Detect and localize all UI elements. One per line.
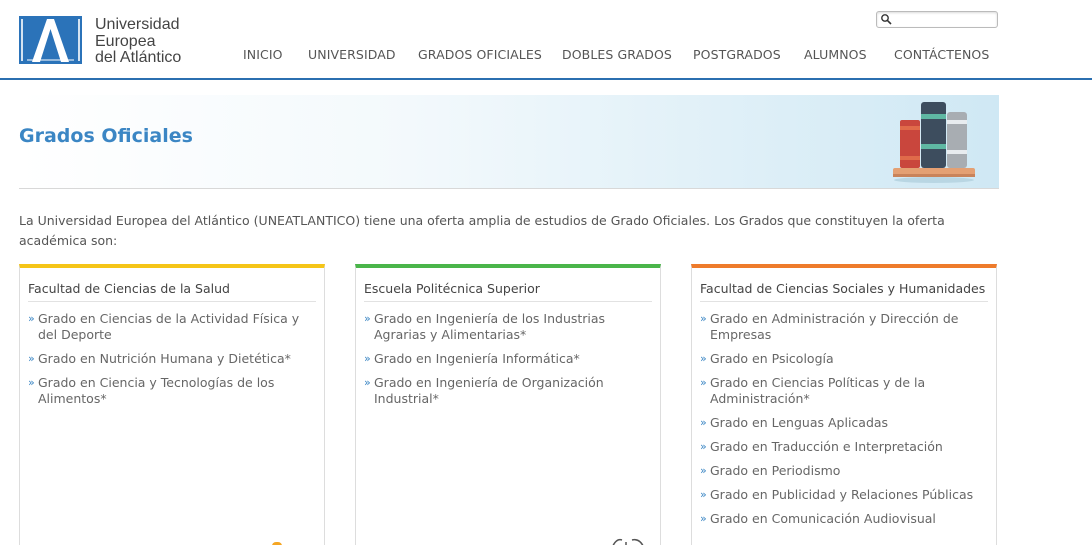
degree-label: Grado en Ciencias de la Actividad Física… — [38, 311, 300, 342]
degree-label: Grado en Ingeniería Informática* — [374, 351, 580, 366]
bullet-icon: » — [364, 312, 371, 325]
degree-link[interactable]: » Grado en Ciencia y Tecnologías de los A… — [28, 375, 318, 407]
degree-label: Grado en Comunicación Audiovisual — [710, 511, 936, 526]
degree-label: Grado en Psicología — [710, 351, 834, 366]
search-input[interactable] — [895, 13, 995, 26]
search-box[interactable] — [876, 11, 998, 28]
bullet-icon: » — [700, 440, 707, 453]
nav-alumnos[interactable]: ALUMNOS — [804, 47, 867, 62]
degree-link[interactable]: » Grado en Ciencias de la Actividad Físic… — [28, 311, 318, 343]
degree-link[interactable]: » Grado en Psicología — [700, 351, 990, 367]
degree-label: Grado en Administración y Dirección de E… — [710, 311, 959, 342]
degree-link[interactable]: » Grado en Publicidad y Relaciones Públic… — [700, 487, 990, 503]
degree-label: Grado en Lenguas Aplicadas — [710, 415, 889, 430]
nav-dobles-grados[interactable]: DOBLES GRADOS — [562, 47, 672, 62]
degree-label: Grado en Ingeniería de Organización Indu… — [374, 375, 604, 406]
degree-link[interactable]: » Grado en Ingeniería Informática* — [364, 351, 654, 367]
nav-postgrados[interactable]: POSTGRADOS — [693, 47, 781, 62]
social-sciences-panel: Facultad de Ciencias Sociales y Humanida… — [691, 264, 997, 545]
books-icon — [893, 102, 975, 183]
bullet-icon: » — [700, 464, 707, 477]
degree-link[interactable]: » Grado en Ingeniería de los Industrias A… — [364, 311, 654, 343]
degree-label: Grado en Ciencia y Tecnologías de los Al… — [38, 375, 275, 406]
bullet-icon: » — [700, 376, 707, 389]
polytechnic-panel: Escuela Politécnica Superior » Grado en I… — [355, 264, 661, 545]
university-name: Universidad Europea del Atlántico — [95, 16, 182, 67]
brand-line-2: Europea — [95, 32, 156, 50]
degree-list: » Grado en Ciencias de la Actividad Físic… — [28, 311, 318, 415]
degree-link[interactable]: » Grado en Nutrición Humana y Dietética* — [28, 351, 318, 367]
degree-link[interactable]: » Grado en Administración y Dirección de … — [700, 311, 990, 343]
logo-mark-icon — [19, 16, 82, 64]
nav-universidad[interactable]: UNIVERSIDAD — [308, 47, 396, 62]
page-banner: Grados Oficiales — [19, 95, 999, 189]
degree-label: Grado en Ciencias Políticas y de la Admi… — [710, 375, 926, 406]
nav-grados-oficiales[interactable]: GRADOS OFICIALES — [418, 47, 542, 62]
bullet-icon: » — [28, 312, 35, 325]
degree-label: Grado en Ingeniería de los Industrias Ag… — [374, 311, 606, 342]
degree-link[interactable]: » Grado en Ciencias Políticas y de la Adm… — [700, 375, 990, 407]
nav-contactenos[interactable]: CONTÁCTENOS — [894, 47, 989, 62]
bullet-icon: » — [364, 376, 371, 389]
nav-inicio[interactable]: INICIO — [243, 47, 283, 62]
site-header: Universidad Europea del Atlántico INICIO… — [0, 0, 1092, 80]
degree-link[interactable]: » Grado en Comunicación Audiovisual — [700, 511, 990, 527]
faculty-title: Facultad de Ciencias Sociales y Humanida… — [700, 281, 988, 302]
bullet-icon: » — [700, 488, 707, 501]
degree-list: » Grado en Ingeniería de los Industrias A… — [364, 311, 654, 415]
degree-label: Grado en Traducción e Interpretación — [710, 439, 943, 454]
search-icon[interactable] — [880, 13, 893, 26]
degree-label: Grado en Nutrición Humana y Dietética* — [38, 351, 291, 366]
university-logo[interactable]: Universidad Europea del Atlántico — [19, 16, 189, 66]
degree-link[interactable]: » Grado en Periodismo — [700, 463, 990, 479]
degree-link[interactable]: » Grado en Ingeniería de Organización Ind… — [364, 375, 654, 407]
bullet-icon: » — [28, 352, 35, 365]
brand-line-1: Universidad — [95, 16, 180, 33]
bullet-icon: » — [700, 416, 707, 429]
brand-line-3: del Atlántico — [95, 49, 182, 66]
degree-label: Grado en Periodismo — [710, 463, 841, 478]
degree-link[interactable]: » Grado en Traducción e Interpretación — [700, 439, 990, 455]
signal-icon — [612, 538, 644, 545]
degree-label: Grado en Publicidad y Relaciones Pública… — [710, 487, 974, 502]
intro-text: La Universidad Europea del Atlántico (UN… — [19, 213, 945, 248]
bullet-icon: » — [700, 312, 707, 325]
bullet-icon: » — [700, 512, 707, 525]
degree-list: » Grado en Administración y Dirección de … — [700, 311, 990, 535]
bullet-icon: » — [28, 376, 35, 389]
bullet-icon: » — [364, 352, 371, 365]
bullet-icon: » — [700, 352, 707, 365]
degree-link[interactable]: » Grado en Lenguas Aplicadas — [700, 415, 990, 431]
faculty-title: Facultad de Ciencias de la Salud — [28, 281, 316, 302]
faculty-health-panel: Facultad de Ciencias de la Salud » Grado … — [19, 264, 325, 545]
page-title: Grados Oficiales — [19, 125, 193, 147]
faculty-title: Escuela Politécnica Superior — [364, 281, 652, 302]
